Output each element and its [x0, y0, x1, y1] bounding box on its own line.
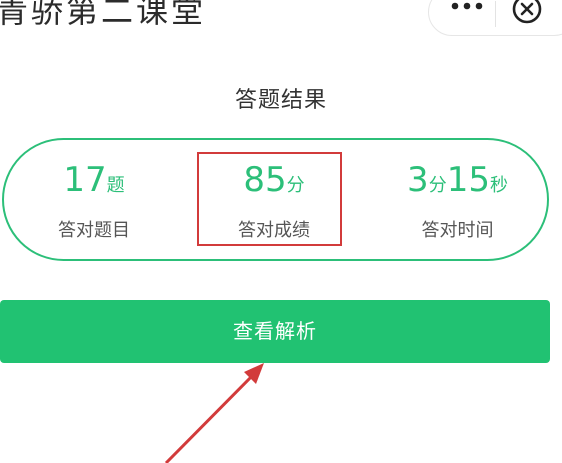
time-seconds-value: 15: [446, 160, 490, 200]
time-seconds-unit: 秒: [489, 175, 508, 196]
stat-value: 17题: [4, 160, 184, 200]
more-dots-icon[interactable]: [447, 0, 487, 21]
close-circle-icon[interactable]: [511, 0, 543, 25]
correct-count-unit: 题: [106, 175, 125, 196]
stat-correct-questions: 17题 答对题目: [4, 140, 184, 259]
quiz-result-page: 青骄第二课堂 答题结果 17题 答对题目 85分 答对成绩 3分15秒 答对时间…: [0, 0, 562, 463]
menu-capsule: [428, 0, 562, 36]
correct-count-value: 17: [63, 160, 107, 200]
capsule-divider: [495, 1, 496, 27]
correct-count-label: 答对题目: [58, 220, 130, 241]
stat-value: 3分15秒: [368, 160, 547, 200]
app-title: 青骄第二课堂: [0, 0, 207, 30]
result-heading: 答题结果: [234, 88, 327, 113]
time-label: 答对时间: [421, 220, 494, 241]
time-minutes-value: 3: [407, 160, 429, 200]
stat-time: 3分15秒 答对时间: [368, 140, 547, 259]
time-minutes-unit: 分: [428, 175, 447, 196]
score-highlight-box: [197, 152, 342, 246]
view-analysis-button[interactable]: 查看解析: [0, 300, 550, 363]
